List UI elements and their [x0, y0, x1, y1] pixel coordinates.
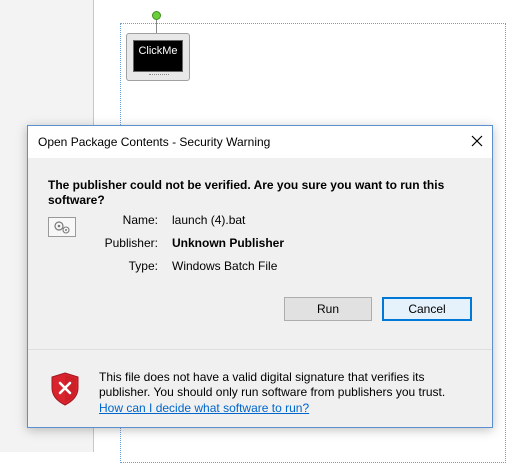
close-icon	[471, 135, 483, 147]
signature-warning-text: This file does not have a valid digital …	[99, 370, 446, 399]
run-button[interactable]: Run	[284, 297, 372, 321]
embedded-package-object[interactable]: ClickMe	[126, 33, 190, 81]
warning-question: The publisher could not be verified. Are…	[48, 178, 445, 207]
name-value: launch (4).bat	[172, 213, 246, 227]
name-label: Name:	[122, 213, 158, 227]
type-value: Windows Batch File	[172, 259, 278, 273]
publisher-value: Unknown Publisher	[172, 236, 285, 250]
help-link[interactable]: How can I decide what software to run?	[99, 401, 309, 415]
cancel-button[interactable]: Cancel	[382, 297, 472, 321]
package-object-label: ClickMe	[133, 40, 183, 72]
dialog-main-section: The publisher could not be verified. Are…	[28, 158, 492, 349]
rotate-handle-stem	[156, 20, 157, 34]
close-button[interactable]	[462, 126, 492, 156]
package-object-grip	[149, 74, 169, 78]
shield-error-icon	[51, 372, 79, 406]
dialog-titlebar[interactable]: Open Package Contents - Security Warning	[28, 126, 492, 158]
security-warning-dialog: Open Package Contents - Security Warning…	[27, 125, 493, 428]
dialog-title: Open Package Contents - Security Warning	[38, 135, 271, 149]
publisher-label: Publisher:	[104, 236, 158, 250]
dialog-warning-section: This file does not have a valid digital …	[28, 350, 492, 427]
type-label: Type:	[128, 259, 158, 273]
rotate-handle[interactable]	[152, 11, 161, 20]
